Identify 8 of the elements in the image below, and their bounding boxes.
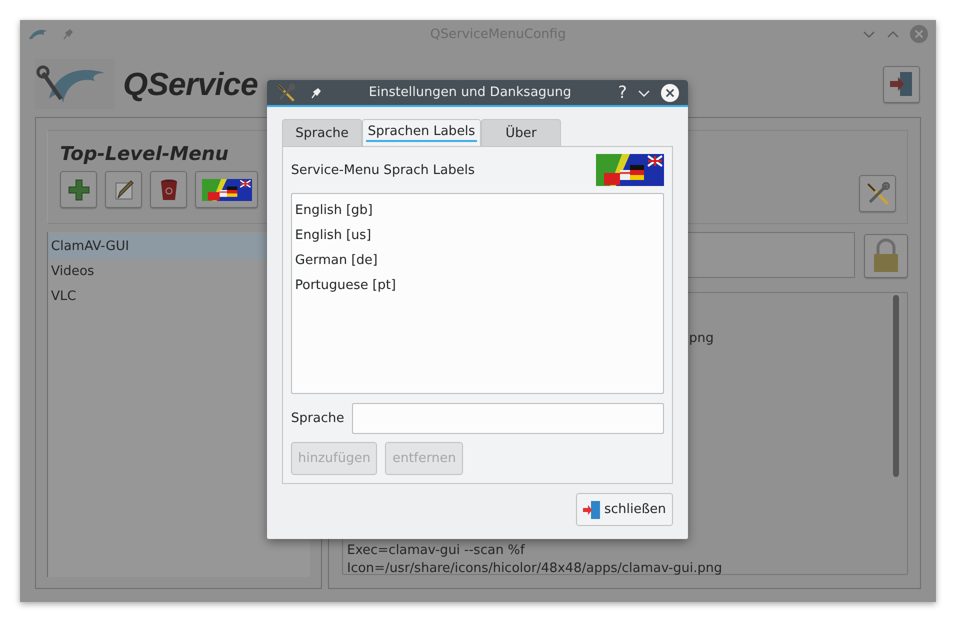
app-title: QService <box>123 66 258 102</box>
field-label: Sprache <box>291 411 344 426</box>
section-label: Service-Menu Sprach Labels <box>291 162 475 178</box>
text-line: Icon=/usr/share/icons/hicolor/48x48/apps/clamav-gui.png <box>347 560 724 578</box>
text-line: png <box>688 331 715 346</box>
text-line: Exec=clamav-gui --scan %f <box>347 542 526 560</box>
group-title: Top-Level-Menu <box>60 143 230 165</box>
dialog-title: Einstellungen und Danksagung <box>368 85 572 100</box>
